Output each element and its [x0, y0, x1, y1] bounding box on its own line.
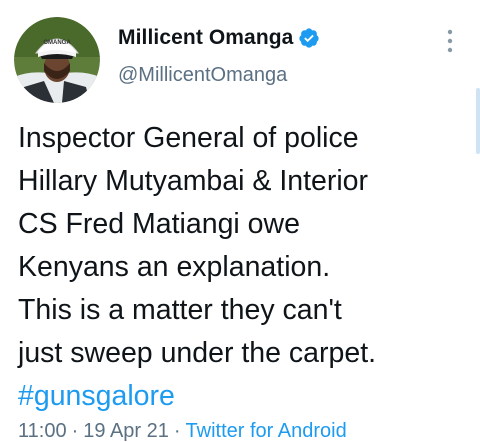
tweet-meta: 11:00 · 19 Apr 21 · Twitter for Android [18, 420, 347, 442]
avatar-photo: OMANGA [14, 17, 100, 103]
hashtag-link[interactable]: #gunsgalore [18, 375, 473, 418]
tweet-text-line: Hillary Mutyambai & Interior [18, 165, 369, 197]
verified-badge-icon [298, 27, 320, 49]
author-display-name[interactable]: Millicent Omanga [118, 26, 293, 50]
avatar-hat-text: OMANGA [43, 40, 71, 46]
tweet-text-line: Kenyans an explanation. [18, 251, 331, 283]
meta-separator: · [173, 420, 181, 442]
author-name-row[interactable]: Millicent Omanga [118, 26, 320, 50]
more-vertical-icon[interactable] [444, 28, 456, 54]
scrollbar-thumb[interactable] [476, 88, 480, 154]
meta-separator: · [71, 420, 79, 442]
tweet-time[interactable]: 11:00 [18, 420, 67, 442]
author-handle[interactable]: @MillicentOmanga [118, 64, 287, 87]
tweet-text-line: CS Fred Matiangi owe [18, 208, 300, 240]
tweet-source-link[interactable]: Twitter for Android [186, 420, 347, 442]
tweet-card: OMANGA Millicent Omanga @MillicentOmanga… [0, 0, 480, 442]
avatar[interactable]: OMANGA [14, 17, 100, 103]
tweet-text-line: This is a matter they can't [18, 294, 342, 326]
tweet-text-line: just sweep under the carpet. [18, 337, 377, 369]
tweet-date[interactable]: 19 Apr 21 [83, 420, 169, 442]
tweet-text-line: Inspector General of police [18, 122, 359, 154]
tweet-text: Inspector General of police Hillary Muty… [18, 117, 473, 418]
